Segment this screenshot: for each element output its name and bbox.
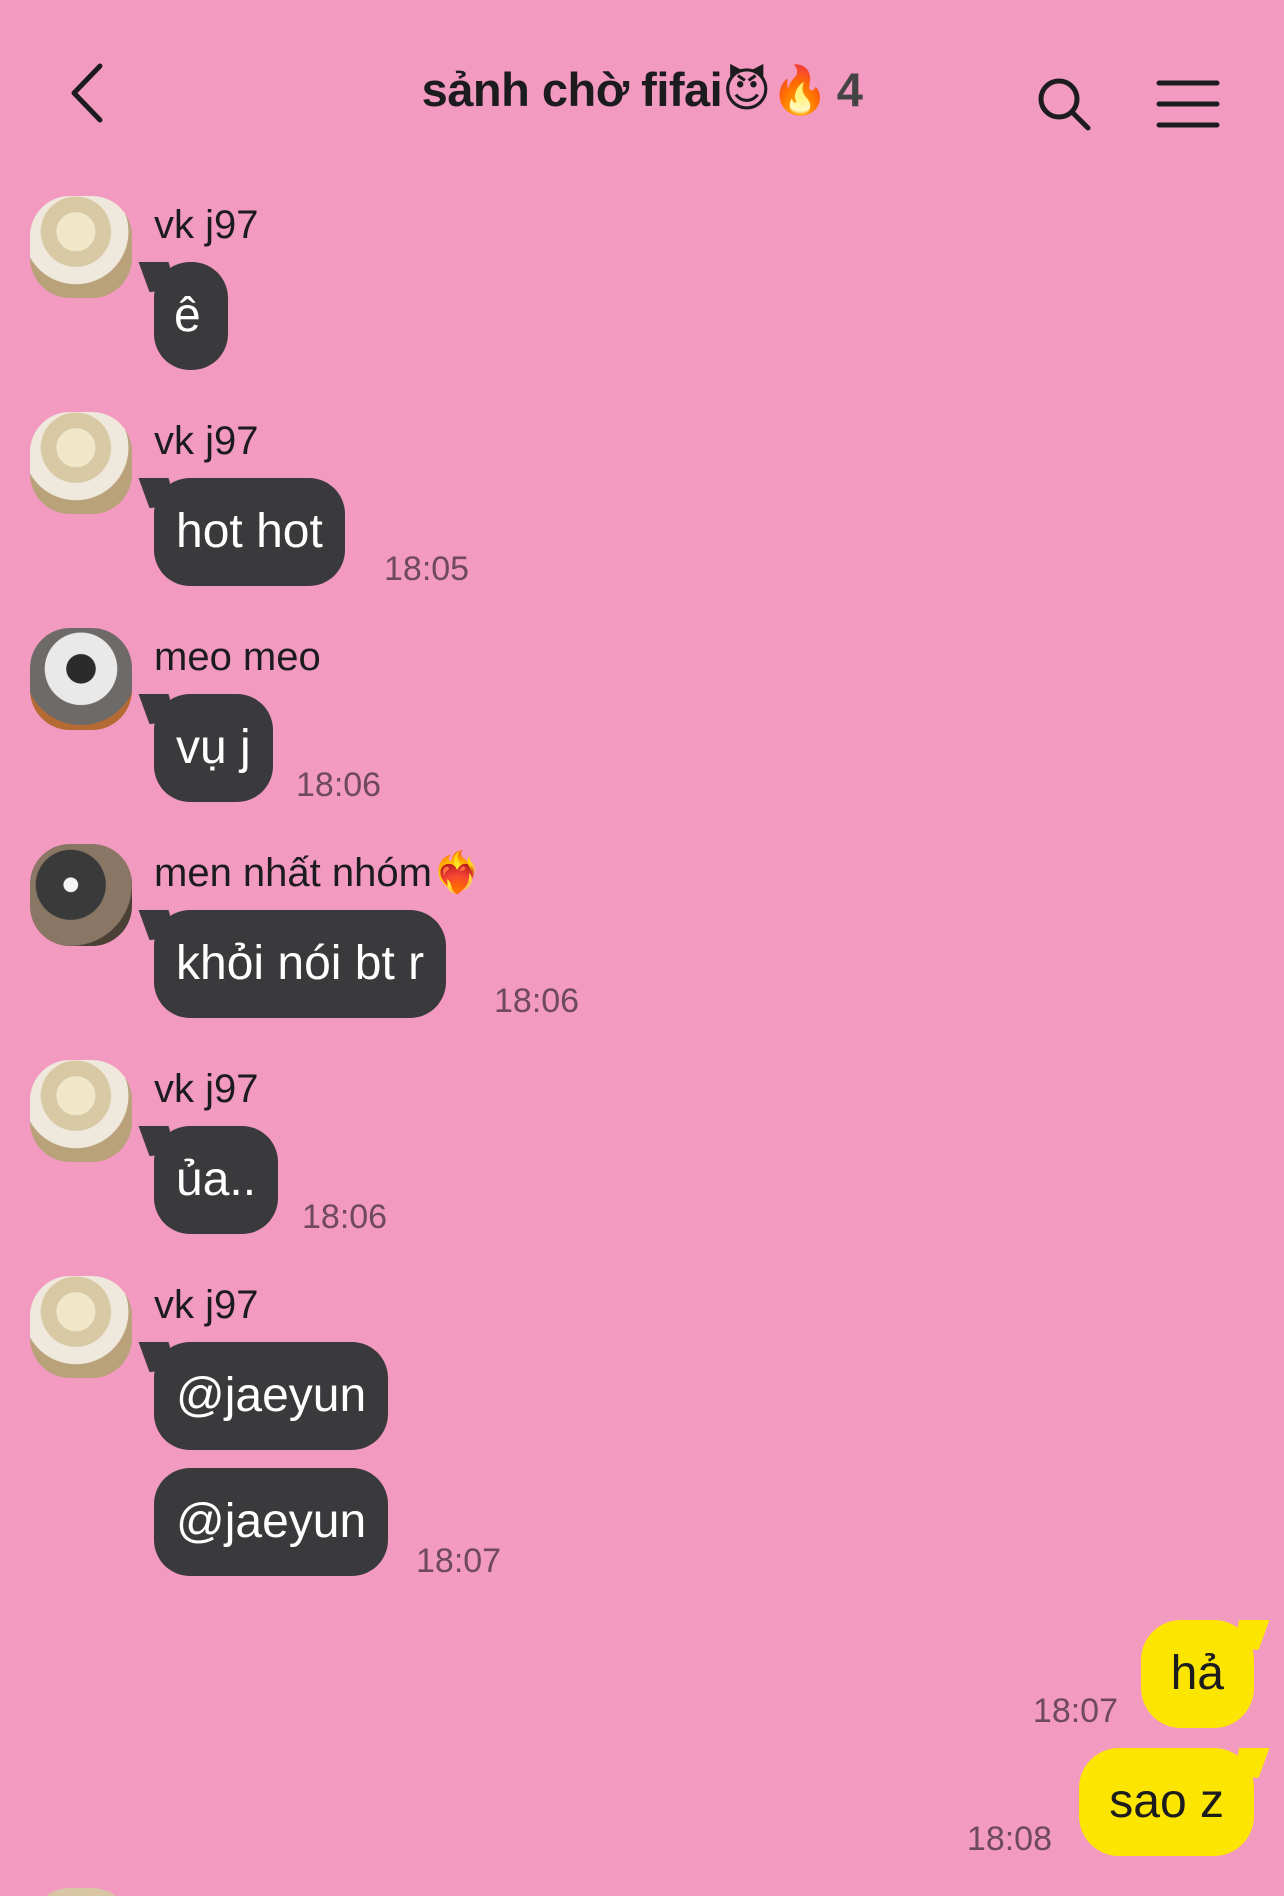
menu-button[interactable] <box>1156 78 1220 130</box>
avatar[interactable] <box>30 196 132 298</box>
avatar[interactable] <box>30 412 132 514</box>
search-button[interactable] <box>1034 74 1094 134</box>
hamburger-menu-icon <box>1156 80 1220 128</box>
chat-header: sảnh chờ fifai😈🔥 4 <box>0 0 1284 190</box>
message-time: 18:06 <box>302 1198 388 1236</box>
message-time: 18:05 <box>384 550 470 588</box>
message-bubble[interactable]: vụ j <box>154 694 273 802</box>
message-bubble[interactable]: @jaeyun <box>154 1342 389 1450</box>
search-icon <box>1038 78 1091 131</box>
message-time: 18:06 <box>494 982 580 1020</box>
sender-name[interactable]: men nhất nhóm❤️‍🔥 <box>154 848 482 898</box>
sender-name[interactable]: vk j97 <box>154 1064 259 1114</box>
my-message-bubble[interactable]: sao z <box>1079 1748 1254 1856</box>
sender-name[interactable]: vk j97 <box>154 1280 259 1330</box>
message-bubble[interactable]: hot hot <box>154 478 345 586</box>
avatar[interactable] <box>30 844 132 946</box>
avatar[interactable] <box>30 1276 132 1378</box>
member-count: 4 <box>836 63 863 116</box>
my-message-bubble[interactable]: hả <box>1140 1620 1254 1728</box>
message-bubble[interactable]: ê <box>154 262 228 370</box>
chat-title-text: sảnh chờ fifai😈🔥 <box>421 63 830 116</box>
message-bubble[interactable]: khỏi nói bt r <box>154 910 447 1018</box>
message-bubble[interactable]: @jaeyun <box>154 1468 389 1576</box>
message-bubble[interactable]: ủa.. <box>154 1126 279 1234</box>
sender-name[interactable]: meo meo <box>154 632 321 682</box>
avatar[interactable] <box>30 1060 132 1162</box>
avatar[interactable] <box>30 1888 132 1896</box>
sender-name[interactable]: vk j97 <box>154 200 259 250</box>
avatar[interactable] <box>30 628 132 730</box>
message-time: 18:06 <box>296 766 382 804</box>
my-message-time: 18:07 <box>1032 1692 1118 1730</box>
my-message-time: 18:08 <box>966 1820 1052 1858</box>
message-time: 18:07 <box>416 1542 502 1580</box>
sender-name[interactable]: vk j97 <box>154 416 259 466</box>
